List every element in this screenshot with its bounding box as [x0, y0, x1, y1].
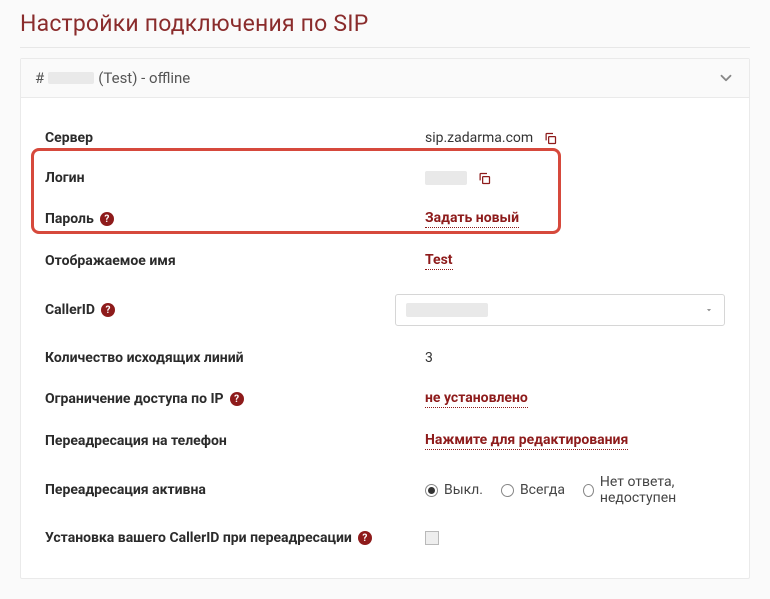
- title-divider: [20, 47, 750, 48]
- label-login: Логин: [45, 170, 425, 186]
- sip-accordion: # (Test) - offline Сервер sip.zadarma.co…: [20, 58, 750, 579]
- label-display-name: Отображаемое имя: [45, 253, 425, 269]
- row-server: Сервер sip.zadarma.com: [45, 118, 725, 158]
- radio-icon: [501, 484, 514, 497]
- radio-icon: [425, 484, 438, 497]
- copy-icon[interactable]: [477, 171, 492, 186]
- page-title: Настройки подключения по SIP: [20, 10, 750, 37]
- row-display-name: Отображаемое имя Test: [45, 240, 725, 282]
- display-name-link[interactable]: Test: [425, 252, 453, 270]
- row-login: Логин: [45, 158, 725, 198]
- radio-icon: [583, 484, 594, 497]
- value-server: sip.zadarma.com: [425, 130, 533, 146]
- caret-down-icon: [704, 305, 714, 315]
- label-callerid-text: CallerID: [45, 302, 95, 318]
- redacted-sip-number: [48, 72, 94, 84]
- row-fwd-phone: Переадресация на телефон Нажмите для ред…: [45, 420, 725, 462]
- accordion-status-text: (Test) - offline: [98, 69, 190, 87]
- help-icon[interactable]: ?: [358, 531, 372, 545]
- label-own-callerid: Установка вашего CallerID при переадреса…: [45, 530, 425, 546]
- row-fwd-active: Переадресация активна Выкл. Всегда: [45, 462, 725, 518]
- help-icon[interactable]: ?: [230, 392, 244, 406]
- ip-restrict-link[interactable]: не установлено: [425, 390, 528, 408]
- label-fwd-active: Переадресация активна: [45, 482, 425, 498]
- accordion-title: # (Test) - offline: [35, 69, 190, 87]
- redacted-callerid-value: [406, 303, 488, 317]
- sip-hash: #: [35, 69, 44, 87]
- radio-off[interactable]: Выкл.: [425, 482, 483, 498]
- own-callerid-checkbox[interactable]: [425, 531, 439, 545]
- callerid-select[interactable]: [395, 294, 725, 326]
- label-fwd-phone: Переадресация на телефон: [45, 433, 425, 449]
- fwd-active-radio-group: Выкл. Всегда Нет ответа, недоступен: [425, 474, 725, 506]
- label-ip-restrict: Ограничение доступа по IP ?: [45, 391, 425, 407]
- label-ip-restrict-text: Ограничение доступа по IP: [45, 391, 224, 407]
- label-password-text: Пароль: [45, 211, 94, 227]
- help-icon[interactable]: ?: [100, 212, 114, 226]
- label-own-callerid-text: Установка вашего CallerID при переадреса…: [45, 530, 352, 546]
- radio-noanswer[interactable]: Нет ответа, недоступен: [583, 474, 725, 506]
- radio-always[interactable]: Всегда: [501, 482, 565, 498]
- radio-noanswer-label: Нет ответа, недоступен: [600, 474, 725, 506]
- label-password: Пароль ?: [45, 211, 425, 227]
- label-server: Сервер: [45, 130, 425, 146]
- label-out-lines: Количество исходящих линий: [45, 350, 425, 366]
- chevron-down-icon: [717, 69, 735, 87]
- accordion-body: Сервер sip.zadarma.com Логин: [21, 98, 749, 578]
- set-password-link[interactable]: Задать новый: [425, 210, 519, 228]
- radio-always-label: Всегда: [520, 482, 565, 498]
- help-icon[interactable]: ?: [101, 303, 115, 317]
- fwd-phone-link[interactable]: Нажмите для редактирования: [425, 432, 628, 450]
- row-callerid: CallerID ?: [45, 282, 725, 338]
- accordion-header[interactable]: # (Test) - offline: [21, 59, 749, 98]
- label-callerid: CallerID ?: [45, 302, 395, 318]
- row-password: Пароль ? Задать новый: [45, 198, 725, 240]
- copy-icon[interactable]: [543, 131, 558, 146]
- row-out-lines: Количество исходящих линий 3: [45, 338, 725, 378]
- out-lines-value: 3: [425, 350, 433, 366]
- row-own-callerid: Установка вашего CallerID при переадреса…: [45, 518, 725, 558]
- row-ip-restrict: Ограничение доступа по IP ? не установле…: [45, 378, 725, 420]
- radio-off-label: Выкл.: [444, 482, 483, 498]
- redacted-login-value: [425, 171, 467, 185]
